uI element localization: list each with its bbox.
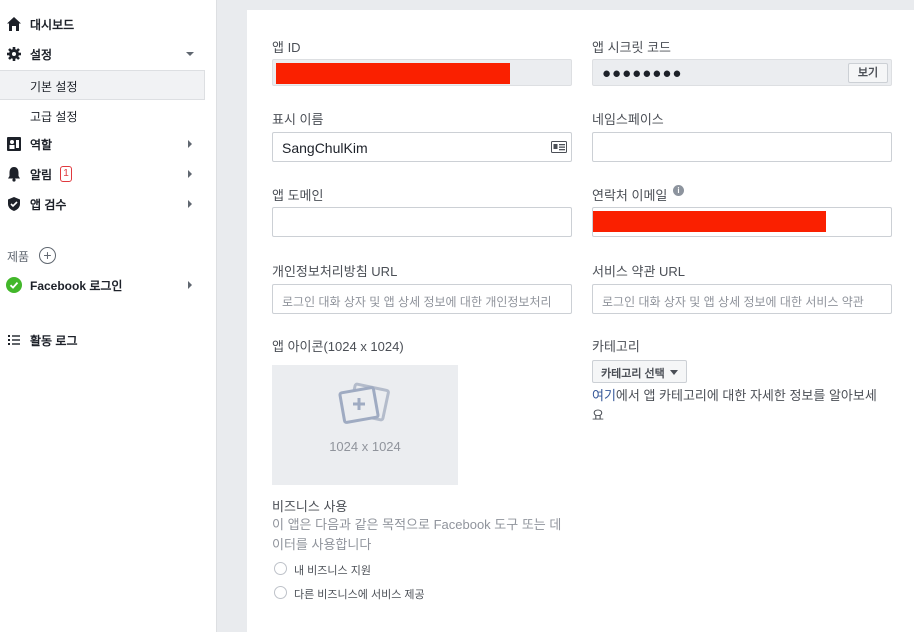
sidebar-item-alerts[interactable]: 알림 1 <box>0 160 205 188</box>
sidebar-item-facebook-login[interactable]: Facebook 로그인 <box>0 271 205 299</box>
privacy-url-input[interactable]: 로그인 대화 상자 및 앱 상세 정보에 대한 개인정보처리 <box>272 284 572 314</box>
gear-icon <box>7 47 21 61</box>
sidebar-item-label: 고급 설정 <box>30 110 78 124</box>
sidebar-item-label: 역할 <box>30 137 53 152</box>
add-photo-icon <box>338 382 390 424</box>
display-name-value: SangChulKim <box>282 140 368 156</box>
display-name-input[interactable]: SangChulKim <box>272 132 572 162</box>
category-help-link[interactable]: 여기 <box>592 388 616 403</box>
icon-size-hint: 1024 x 1024 <box>329 439 401 454</box>
sidebar-item-settings[interactable]: 설정 <box>0 40 205 68</box>
radio-support-my-business[interactable] <box>274 562 287 575</box>
display-name-label: 표시 이름 <box>272 112 324 127</box>
redacted-app-id <box>276 63 510 84</box>
chevron-right-icon <box>188 281 192 289</box>
app-secret-label: 앱 시크릿 코드 <box>592 40 671 55</box>
list-icon <box>8 335 20 345</box>
chevron-down-icon <box>186 52 194 56</box>
privacy-url-placeholder: 로그인 대화 상자 및 앱 상세 정보에 대한 개인정보처리 <box>282 295 552 309</box>
chevron-right-icon <box>188 200 192 208</box>
alert-count-badge: 1 <box>60 166 72 182</box>
sidebar-item-label: 활동 로그 <box>30 333 78 348</box>
show-secret-button[interactable]: 보기 <box>848 63 888 83</box>
roles-icon <box>7 137 21 151</box>
app-id-label: 앱 ID <box>272 40 301 55</box>
category-select-label: 카테고리 선택 <box>601 368 665 380</box>
sidebar-item-app-review[interactable]: 앱 검수 <box>0 190 205 218</box>
caret-down-icon <box>670 370 678 375</box>
home-icon <box>7 17 21 31</box>
business-use-description: 이 앱은 다음과 같은 목적으로 Facebook 도구 또는 데이터를 사용합… <box>272 517 562 552</box>
sidebar-item-label: 알림 <box>30 167 53 182</box>
chevron-right-icon <box>188 140 192 148</box>
category-help-body: 에서 앱 카테고리에 대한 자세한 정보를 알아보세요 <box>592 388 877 423</box>
add-product-icon[interactable]: + <box>39 247 56 264</box>
terms-url-label: 서비스 약관 URL <box>592 264 686 279</box>
sidebar-item-label: 앱 검수 <box>30 197 67 212</box>
privacy-url-label: 개인정보처리방침 URL <box>272 264 398 279</box>
app-domain-input[interactable] <box>272 207 572 237</box>
contact-email-input[interactable] <box>592 207 892 237</box>
shield-check-icon <box>8 197 20 211</box>
category-help-text: 여기에서 앱 카테고리에 대한 자세한 정보를 알아보세요 <box>592 386 882 426</box>
sidebar-item-roles[interactable]: 역할 <box>0 130 205 158</box>
basic-settings-panel: 앱 ID 앱 시크릿 코드 ●●●●●●●● 보기 표시 이름 SangChul… <box>247 10 914 632</box>
app-icon-label: 앱 아이콘(1024 x 1024) <box>272 339 404 354</box>
sidebar: 대시보드 설정 기본 설정 고급 설정 역할 알림 1 앱 검수 제품 + Fa… <box>0 0 217 632</box>
namespace-input[interactable] <box>592 132 892 162</box>
sidebar-item-label: 설정 <box>30 47 53 62</box>
terms-url-placeholder: 로그인 대화 상자 및 앱 상세 정보에 대한 서비스 약관 <box>602 295 864 309</box>
sidebar-item-label: 기본 설정 <box>30 80 78 94</box>
category-label: 카테고리 <box>592 339 640 354</box>
products-heading: 제품 <box>7 250 30 264</box>
category-select-button[interactable]: 카테고리 선택 <box>592 360 687 383</box>
app-id-field[interactable] <box>272 59 572 86</box>
business-use-label: 비즈니스 사용 <box>272 499 348 514</box>
app-domain-label: 앱 도메인 <box>272 188 324 203</box>
app-secret-masked: ●●●●●●●● <box>602 65 683 82</box>
contact-card-icon[interactable] <box>551 140 567 154</box>
sidebar-item-dashboard[interactable]: 대시보드 <box>0 10 205 38</box>
bell-icon <box>8 167 20 182</box>
redacted-email <box>593 211 826 232</box>
chevron-right-icon <box>188 170 192 178</box>
sidebar-item-label: Facebook 로그인 <box>30 278 123 293</box>
radio-label-serve-other-businesses: 다른 비즈니스에 서비스 제공 <box>294 589 425 601</box>
sidebar-item-activity-log[interactable]: 활동 로그 <box>0 326 205 354</box>
app-secret-field: ●●●●●●●● 보기 <box>592 59 892 86</box>
sidebar-item-label: 대시보드 <box>30 17 75 32</box>
namespace-label: 네임스페이스 <box>592 112 664 127</box>
contact-email-label: 연락처 이메일 <box>592 188 668 203</box>
info-icon[interactable]: i <box>673 185 684 196</box>
terms-url-input[interactable]: 로그인 대화 상자 및 앱 상세 정보에 대한 서비스 약관 <box>592 284 892 314</box>
sidebar-item-advanced-settings[interactable]: 고급 설정 <box>0 100 205 130</box>
radio-serve-other-businesses[interactable] <box>274 586 287 599</box>
sidebar-item-basic-settings[interactable]: 기본 설정 <box>0 70 205 100</box>
radio-label-support-my-business: 내 비즈니스 지원 <box>294 565 371 577</box>
app-icon-upload[interactable]: 1024 x 1024 <box>272 365 458 485</box>
check-circle-icon <box>6 277 22 293</box>
